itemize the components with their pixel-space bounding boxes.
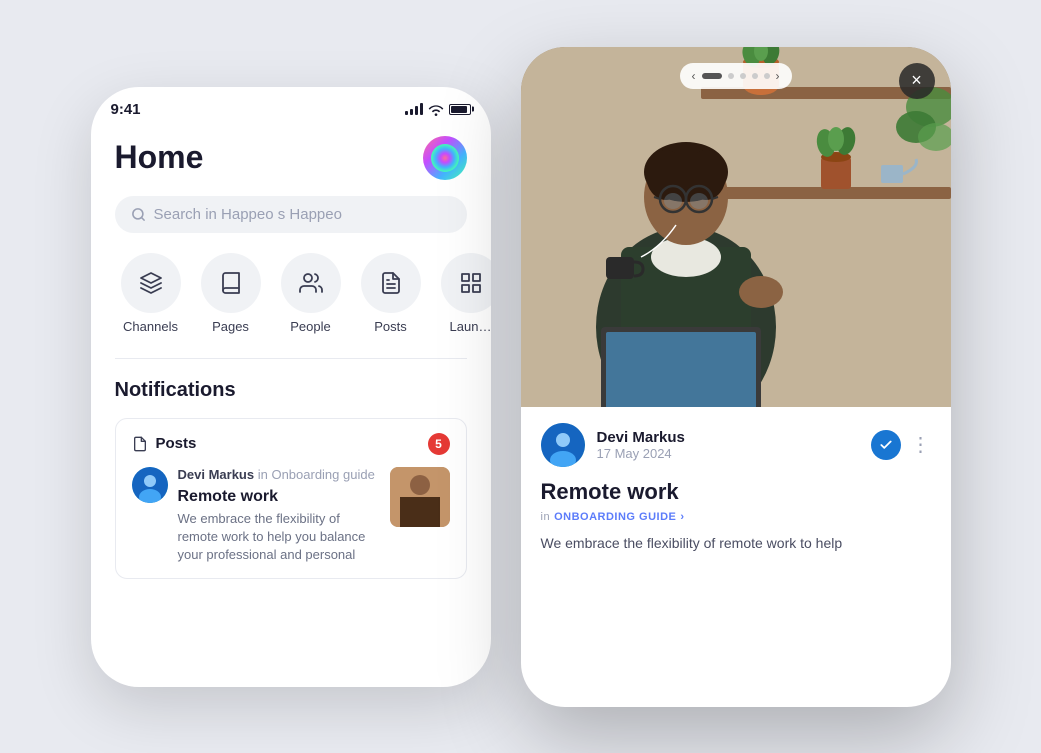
front-post-author-avatar	[541, 423, 585, 467]
carousel-dot-2[interactable]	[728, 73, 734, 79]
quick-action-launch[interactable]: Laun…	[435, 253, 491, 334]
carousel-dots[interactable]: ‹ ›	[680, 63, 792, 89]
quick-action-channels[interactable]: Channels	[115, 253, 187, 334]
hero-scene: ‹ › ×	[521, 47, 951, 407]
post-content-area: Devi Markus 17 May 2024 ⋮ Remote work in…	[521, 407, 951, 570]
post-title: Remote work	[178, 488, 380, 506]
status-icons	[405, 102, 471, 117]
battery-icon	[449, 104, 471, 115]
search-icon	[131, 206, 146, 223]
post-action-buttons: ⋮	[871, 430, 931, 460]
carousel-dot-5[interactable]	[764, 73, 770, 79]
post-channel-arrow: ›	[680, 511, 684, 523]
search-placeholder-text: Search in Happeo s Happeo	[154, 206, 342, 223]
profile-avatar-button[interactable]	[423, 136, 467, 180]
post-thumbnail	[390, 467, 450, 527]
posts-icon	[361, 253, 421, 313]
phone-front: ‹ › ×	[521, 47, 951, 707]
quick-actions-row: Channels Pages People	[91, 253, 491, 334]
carousel-next-button[interactable]: ›	[776, 69, 780, 83]
app-title: Home	[115, 139, 204, 176]
notif-type-label: Posts	[132, 435, 197, 452]
more-options-button[interactable]: ⋮	[911, 432, 931, 457]
front-post-body: We embrace the flexibility of remote wor…	[541, 533, 931, 554]
posts-label: Posts	[374, 319, 407, 334]
front-post-date: 17 May 2024	[597, 446, 859, 461]
post-author-name: Devi Markus	[178, 467, 255, 482]
carousel-prev-button[interactable]: ‹	[692, 69, 696, 83]
status-bar: 9:41	[91, 87, 491, 126]
people-label: People	[290, 319, 330, 334]
front-post-author-info: Devi Markus 17 May 2024	[597, 429, 859, 461]
notif-card-header: Posts 5	[132, 433, 450, 455]
app-header: Home	[91, 126, 491, 196]
post-author-avatar	[132, 467, 168, 503]
notif-posts-icon	[132, 436, 148, 452]
post-author-line: Devi Markus in Onboarding guide	[178, 467, 380, 482]
wifi-icon	[428, 102, 444, 117]
carousel-dot-1[interactable]	[702, 73, 722, 79]
pages-label: Pages	[212, 319, 249, 334]
notifications-title: Notifications	[115, 379, 467, 402]
launch-label: Laun…	[450, 319, 491, 334]
channels-icon	[121, 253, 181, 313]
posts-notification-card[interactable]: Posts 5 Devi Markus	[115, 418, 467, 580]
carousel-dot-4[interactable]	[752, 73, 758, 79]
posts-badge: 5	[428, 433, 450, 455]
post-channel-prefix: in	[541, 511, 551, 523]
post-channel-link[interactable]: in ONBOARDING GUIDE ›	[541, 511, 931, 523]
post-channel-name: Onboarding guide	[271, 467, 374, 482]
close-button[interactable]: ×	[899, 63, 935, 99]
verified-icon	[871, 430, 901, 460]
notifications-section: Notifications Posts 5	[91, 359, 491, 580]
post-excerpt: We embrace the flexibility of remote wor…	[178, 510, 380, 565]
quick-action-people[interactable]: People	[275, 253, 347, 334]
hero-illustration	[521, 47, 951, 407]
launch-icon	[441, 253, 491, 313]
pages-icon	[201, 253, 261, 313]
post-channel-name: ONBOARDING GUIDE	[554, 511, 676, 523]
scene: 9:41	[91, 47, 951, 707]
quick-action-pages[interactable]: Pages	[195, 253, 267, 334]
search-bar[interactable]: Search in Happeo s Happeo	[115, 196, 467, 233]
post-list-item[interactable]: Devi Markus in Onboarding guide Remote w…	[132, 467, 450, 565]
people-icon	[281, 253, 341, 313]
quick-action-posts[interactable]: Posts	[355, 253, 427, 334]
hero-image: ‹ › ×	[521, 47, 951, 407]
phone-back: 9:41	[91, 87, 491, 687]
post-header-row: Devi Markus 17 May 2024 ⋮	[541, 423, 931, 467]
post-meta: Devi Markus in Onboarding guide Remote w…	[178, 467, 380, 565]
status-time: 9:41	[111, 101, 141, 118]
front-author-name: Devi Markus	[597, 429, 859, 446]
channels-label: Channels	[123, 319, 178, 334]
front-post-title: Remote work	[541, 479, 931, 505]
carousel-dot-3[interactable]	[740, 73, 746, 79]
signal-bars-icon	[405, 103, 423, 115]
